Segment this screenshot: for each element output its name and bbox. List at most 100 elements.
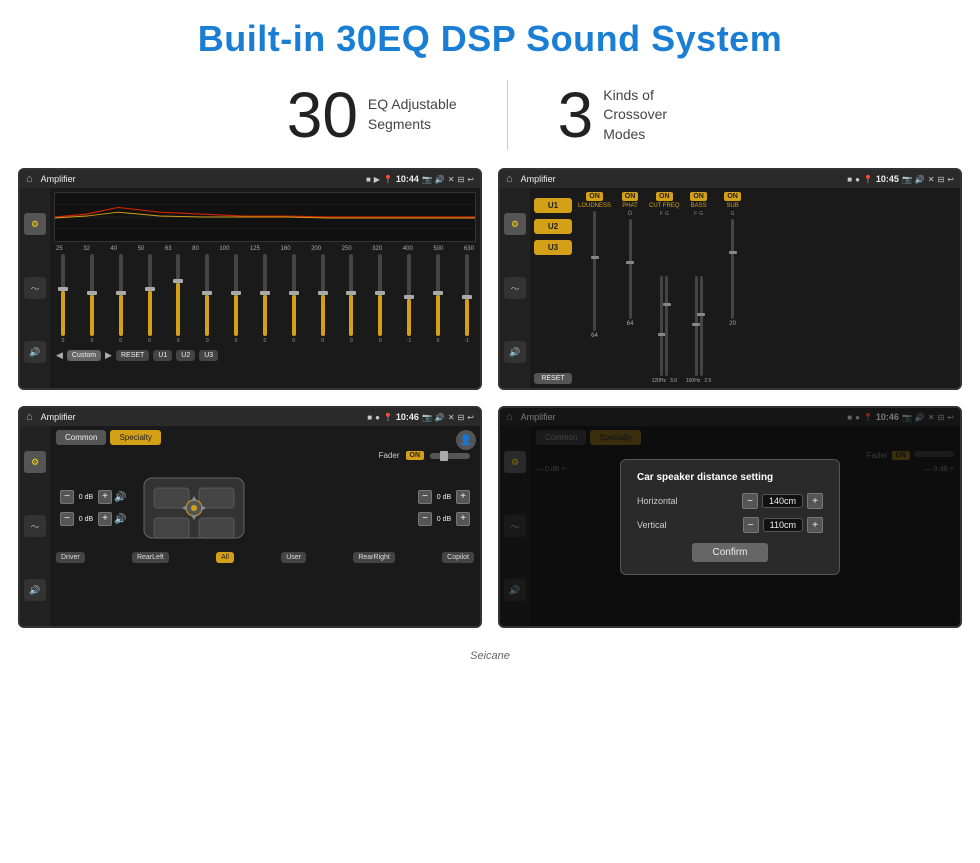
right-top-db-control: − 0 dB +	[418, 490, 470, 504]
specialty-sidebar-icon-3[interactable]: 🔊	[24, 579, 46, 601]
eq-slider-8[interactable]: 0	[258, 254, 272, 344]
dialog-title: Car speaker distance setting	[637, 472, 823, 483]
u1-btn[interactable]: U1	[153, 350, 172, 361]
specialty-back-icon: ↩	[467, 413, 474, 422]
crossover-sidebar-icon-3[interactable]: 🔊	[504, 341, 526, 363]
crossover-reset-btn[interactable]: RESET	[534, 373, 572, 384]
specialty-status-icons: ■ ● 📍 10:46 📷 🔊 ✕ ⊟ ↩	[367, 412, 474, 422]
bass-on-tag: ON	[690, 192, 707, 201]
eq-slider-4[interactable]: 0	[143, 254, 157, 344]
cutfreq-slider-g[interactable]	[665, 276, 668, 376]
crossover-sidebar-icon-2[interactable]: 〜	[504, 277, 526, 299]
left-top-minus-btn[interactable]: −	[60, 490, 74, 504]
cutfreq-slider-f[interactable]	[660, 276, 663, 376]
avatar-icon[interactable]: 👤	[456, 430, 476, 450]
phat-on-tag: ON	[622, 192, 639, 201]
eq-slider-13[interactable]: -1	[402, 254, 416, 344]
specialty-tabs: Common Specialty	[56, 430, 474, 445]
pin-icon: 📍	[383, 175, 393, 184]
horizontal-label: Horizontal	[637, 496, 678, 506]
crossover-content: ⚙ 〜 🔊 U1 U2 U3 RESET ON LOUDNESS	[500, 188, 960, 388]
right-top-minus-btn[interactable]: −	[418, 490, 432, 504]
eq-slider-5[interactable]: 5	[171, 254, 185, 344]
common-tab-btn[interactable]: Common	[56, 430, 106, 445]
crossover-u2-btn[interactable]: U2	[534, 219, 572, 234]
horizontal-plus-btn[interactable]: +	[807, 493, 823, 509]
bass-slider-g[interactable]	[700, 276, 703, 376]
fader-slider-track[interactable]	[430, 453, 470, 459]
eq-slider-10[interactable]: 0	[316, 254, 330, 344]
rearright-btn[interactable]: RearRight	[353, 552, 395, 563]
copilot-btn[interactable]: Copilot	[442, 552, 474, 563]
reset-btn[interactable]: RESET	[116, 350, 149, 361]
eq-slider-15[interactable]: -1	[460, 254, 474, 344]
bass-slider-f[interactable]	[695, 276, 698, 376]
loudness-slider[interactable]	[593, 211, 596, 331]
eq-slider-7[interactable]: 0	[229, 254, 243, 344]
eq-sidebar-icon-2[interactable]: 〜	[24, 277, 46, 299]
home-icon[interactable]: ⌂	[26, 173, 33, 185]
all-btn[interactable]: All	[216, 552, 234, 563]
eq-slider-2[interactable]: 0	[85, 254, 99, 344]
eq-slider-9[interactable]: 0	[287, 254, 301, 344]
back-icon: ↩	[467, 175, 474, 184]
right-top-db-value: 0 dB	[434, 494, 454, 501]
crossover-u3-btn[interactable]: U3	[534, 240, 572, 255]
horizontal-row: Horizontal − 140cm +	[637, 493, 823, 509]
confirm-button[interactable]: Confirm	[692, 543, 767, 562]
eq-status-icons: ■ ▶ 📍 10:44 📷 🔊 ✕ ⊟ ↩	[366, 174, 474, 184]
eq-sliders-row[interactable]: 0 0 0 0 5	[54, 254, 476, 344]
stat-crossover: 3 Kinds of Crossover Modes	[508, 83, 744, 147]
eq-prev-icon[interactable]: ◀	[56, 350, 63, 361]
custom-btn[interactable]: Custom	[67, 350, 101, 361]
eq-sidebar-icon-1[interactable]: ⚙	[24, 213, 46, 235]
eq-slider-11[interactable]: 0	[344, 254, 358, 344]
specialty-tab-btn[interactable]: Specialty	[110, 430, 160, 445]
crossover-u1-btn[interactable]: U1	[534, 198, 572, 213]
right-bot-db-value: 0 dB	[434, 516, 454, 523]
left-bot-plus-btn[interactable]: +	[98, 512, 112, 526]
right-bot-minus-btn[interactable]: −	[418, 512, 432, 526]
eq-slider-12[interactable]: 0	[373, 254, 387, 344]
right-top-plus-btn[interactable]: +	[456, 490, 470, 504]
fader-row: Fader ON	[56, 451, 474, 460]
specialty-home-icon[interactable]: ⌂	[26, 411, 33, 423]
eq-screen-title: Amplifier	[41, 174, 362, 184]
u3-btn[interactable]: U3	[199, 350, 218, 361]
left-bot-minus-btn[interactable]: −	[60, 512, 74, 526]
right-bot-plus-btn[interactable]: +	[456, 512, 470, 526]
eq-slider-3[interactable]: 0	[114, 254, 128, 344]
horizontal-minus-btn[interactable]: −	[742, 493, 758, 509]
eq-sidebar-icon-3[interactable]: 🔊	[24, 341, 46, 363]
eq-labels-row: 253240506380 100125160200250320 40050063…	[54, 246, 476, 252]
eq-slider-6[interactable]: 0	[200, 254, 214, 344]
left-top-db-control: − 0 dB + 🔊	[60, 490, 126, 504]
specialty-dot-icon: ■	[367, 413, 372, 422]
eq-slider-14[interactable]: 0	[431, 254, 445, 344]
eq-status-bar: ⌂ Amplifier ■ ▶ 📍 10:44 📷 🔊 ✕ ⊟ ↩	[20, 170, 480, 188]
crossover-label: Kinds of Crossover Modes	[603, 86, 693, 145]
driver-btn[interactable]: Driver	[56, 552, 85, 563]
u2-btn[interactable]: U2	[176, 350, 195, 361]
crossover-sidebar-icon-1[interactable]: ⚙	[504, 213, 526, 235]
vertical-plus-btn[interactable]: +	[807, 517, 823, 533]
user-btn[interactable]: User	[281, 552, 306, 563]
eq-slider-1[interactable]: 0	[56, 254, 70, 344]
specialty-main: 👤 Common Specialty Fader ON	[50, 426, 480, 626]
left-top-plus-btn[interactable]: +	[98, 490, 112, 504]
specialty-screen-title: Amplifier	[41, 412, 364, 422]
eq-play-icon[interactable]: ▶	[105, 350, 112, 361]
sub-slider[interactable]	[731, 219, 734, 319]
vertical-minus-btn[interactable]: −	[743, 517, 759, 533]
phat-label: PHAT	[622, 203, 638, 209]
specialty-left-sidebar: ⚙ 〜 🔊	[20, 426, 50, 626]
specialty-sidebar-icon-2[interactable]: 〜	[24, 515, 46, 537]
specialty-sidebar-icon-1[interactable]: ⚙	[24, 451, 46, 473]
left-speaker-controls: − 0 dB + 🔊 − 0 dB + 🔊	[60, 490, 126, 526]
eq-left-sidebar: ⚙ 〜 🔊	[20, 188, 50, 388]
cutfreq-label: CUT FREQ	[649, 203, 680, 209]
phat-slider[interactable]	[629, 219, 632, 319]
crossover-home-icon[interactable]: ⌂	[506, 173, 513, 185]
rearleft-btn[interactable]: RearLeft	[132, 552, 169, 563]
camera-icon: 📷	[422, 175, 432, 184]
